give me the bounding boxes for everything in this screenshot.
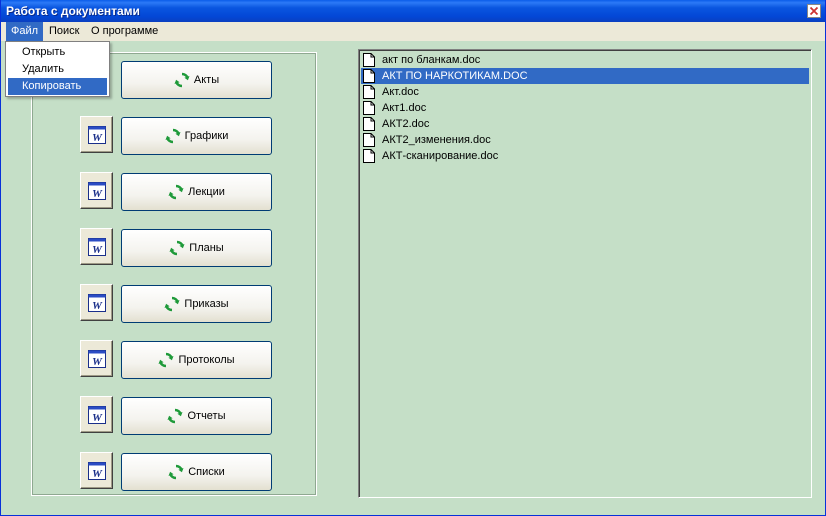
- word-button-4[interactable]: W: [80, 228, 113, 265]
- category-label: Графики: [184, 130, 229, 142]
- category-label: Списки: [188, 466, 225, 478]
- category-label: Отчеты: [187, 410, 226, 422]
- word-doc-icon: W: [88, 350, 106, 368]
- category-label: Протоколы: [178, 354, 235, 366]
- refresh-icon: [169, 240, 185, 256]
- file-list-item[interactable]: АКТ ПО НАРКОТИКАМ.DOC: [361, 68, 809, 84]
- file-name: АКТ-сканирование.doc: [382, 150, 499, 162]
- word-button-2[interactable]: W: [80, 116, 113, 153]
- word-doc-icon: W: [88, 294, 106, 312]
- file-icon: [363, 149, 375, 163]
- file-name: АКТ2_изменения.doc: [382, 134, 491, 146]
- category-button-6[interactable]: Протоколы: [121, 341, 272, 379]
- refresh-icon: [165, 128, 181, 144]
- file-name: Акт.doc: [382, 86, 419, 98]
- file-name: АКТ2.doc: [382, 118, 430, 130]
- refresh-icon: [174, 72, 190, 88]
- file-list-item[interactable]: АКТ2.doc: [361, 116, 809, 132]
- svg-text:W: W: [92, 300, 103, 312]
- category-button-4[interactable]: Планы: [121, 229, 272, 267]
- file-icon: [363, 117, 375, 131]
- svg-text:W: W: [92, 188, 103, 200]
- category-button-3[interactable]: Лекции: [121, 173, 272, 211]
- category-label: Акты: [193, 74, 220, 86]
- file-name: акт по бланкам.doc: [382, 54, 481, 66]
- file-list-item[interactable]: АКТ-сканирование.doc: [361, 148, 809, 164]
- refresh-icon: [164, 296, 180, 312]
- file-icon: [363, 133, 375, 147]
- category-label: Лекции: [188, 186, 225, 198]
- file-name: АКТ ПО НАРКОТИКАМ.DOC: [382, 70, 528, 82]
- svg-text:W: W: [92, 412, 103, 424]
- svg-text:W: W: [92, 356, 103, 368]
- word-doc-icon: W: [88, 406, 106, 424]
- word-button-3[interactable]: W: [80, 172, 113, 209]
- category-button-8[interactable]: Списки: [121, 453, 272, 491]
- main-window: Работа с документами Файл Поиск О програ…: [0, 0, 826, 516]
- category-label: Планы: [189, 242, 224, 254]
- word-doc-icon: W: [88, 126, 106, 144]
- refresh-icon: [167, 408, 183, 424]
- file-icon: [363, 101, 375, 115]
- file-icon: [363, 53, 375, 67]
- category-button-5[interactable]: Приказы: [121, 285, 272, 323]
- menu-item-delete[interactable]: Удалить: [8, 61, 107, 78]
- file-list-item[interactable]: акт по бланкам.doc: [361, 52, 809, 68]
- category-button-2[interactable]: Графики: [121, 117, 272, 155]
- file-icon: [363, 69, 375, 83]
- word-button-7[interactable]: W: [80, 396, 113, 433]
- category-button-1[interactable]: Акты: [121, 61, 272, 99]
- file-list-item[interactable]: Акт1.doc: [361, 100, 809, 116]
- word-doc-icon: W: [88, 462, 106, 480]
- word-button-6[interactable]: W: [80, 340, 113, 377]
- menu-item-open[interactable]: Открыть: [8, 44, 107, 61]
- svg-text:W: W: [92, 244, 103, 256]
- file-name: Акт1.doc: [382, 102, 427, 114]
- refresh-icon: [168, 464, 184, 480]
- file-list-item[interactable]: Акт.doc: [361, 84, 809, 100]
- svg-text:W: W: [92, 132, 103, 144]
- file-icon: [363, 85, 375, 99]
- word-button-5[interactable]: W: [80, 284, 113, 321]
- file-menu-dropdown: Открыть Удалить Копировать: [5, 41, 110, 97]
- word-doc-icon: W: [88, 238, 106, 256]
- file-list[interactable]: акт по бланкам.doc АКТ ПО НАРКОТИКАМ.DOC…: [358, 49, 812, 498]
- word-doc-icon: W: [88, 182, 106, 200]
- word-button-8[interactable]: W: [80, 452, 113, 489]
- menu-item-copy[interactable]: Копировать: [8, 78, 107, 95]
- category-label: Приказы: [184, 298, 229, 310]
- refresh-icon: [158, 352, 174, 368]
- category-button-7[interactable]: Отчеты: [121, 397, 272, 435]
- file-list-item[interactable]: АКТ2_изменения.doc: [361, 132, 809, 148]
- refresh-icon: [168, 184, 184, 200]
- svg-text:W: W: [92, 468, 103, 480]
